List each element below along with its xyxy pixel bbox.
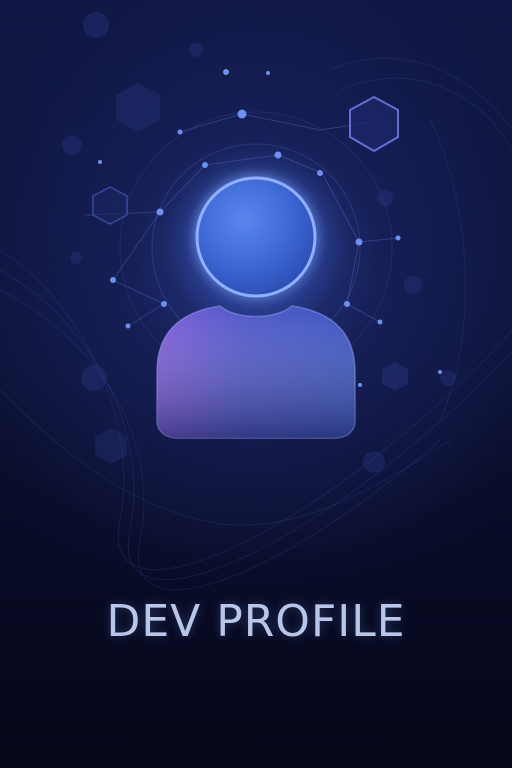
background-artwork	[0, 12, 512, 591]
profile-splash-screen: DEV PROFILE	[0, 0, 512, 768]
page-title: DEV PROFILE	[106, 596, 406, 647]
